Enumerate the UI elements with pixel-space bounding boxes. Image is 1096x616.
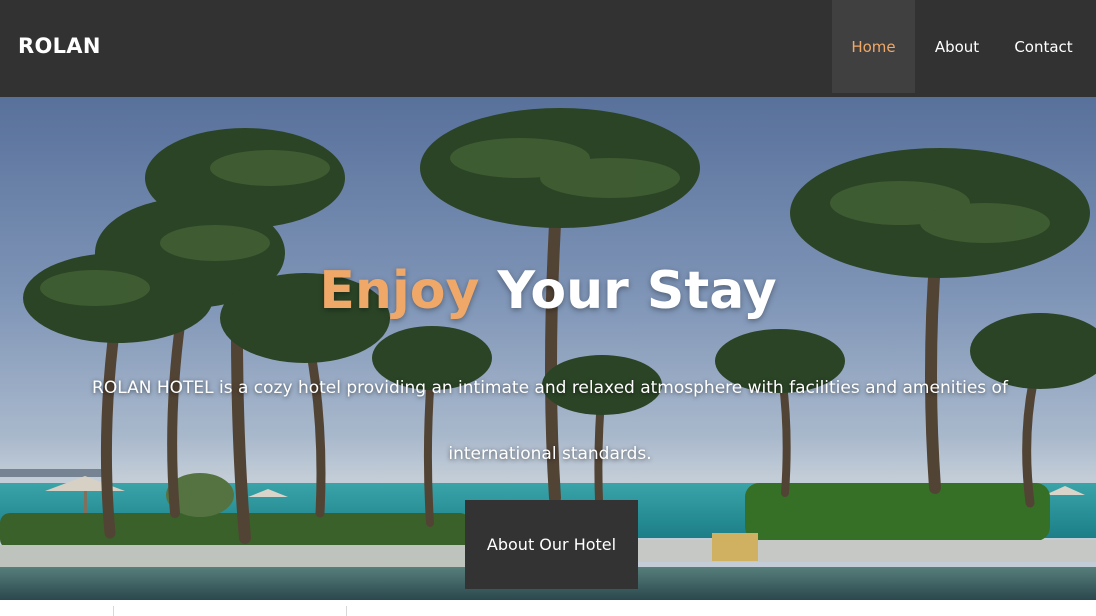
hero-description: ROLAN HOTEL is a cozy hotel providing an… (92, 378, 1008, 464)
next-section-top (0, 600, 1096, 616)
nav-link-contact[interactable]: Contact (999, 0, 1096, 93)
hero-section: Enjoy Your Stay ROLAN HOTEL is a cozy ho… (0, 93, 1096, 600)
section-divider (113, 606, 114, 616)
hero-title: Enjoy Your Stay (0, 261, 1096, 321)
about-our-hotel-button[interactable]: About Our Hotel (465, 500, 638, 589)
section-divider (346, 606, 347, 616)
nav-menu: Home About Contact (832, 0, 1096, 93)
hero-title-accent: Enjoy (319, 261, 480, 321)
nav-link-about[interactable]: About (915, 0, 999, 93)
navbar: ROLAN Home About Contact (0, 0, 1096, 97)
hero-title-rest: Your Stay (497, 261, 777, 321)
site-logo[interactable]: ROLAN (18, 34, 101, 58)
nav-link-home[interactable]: Home (832, 0, 915, 93)
